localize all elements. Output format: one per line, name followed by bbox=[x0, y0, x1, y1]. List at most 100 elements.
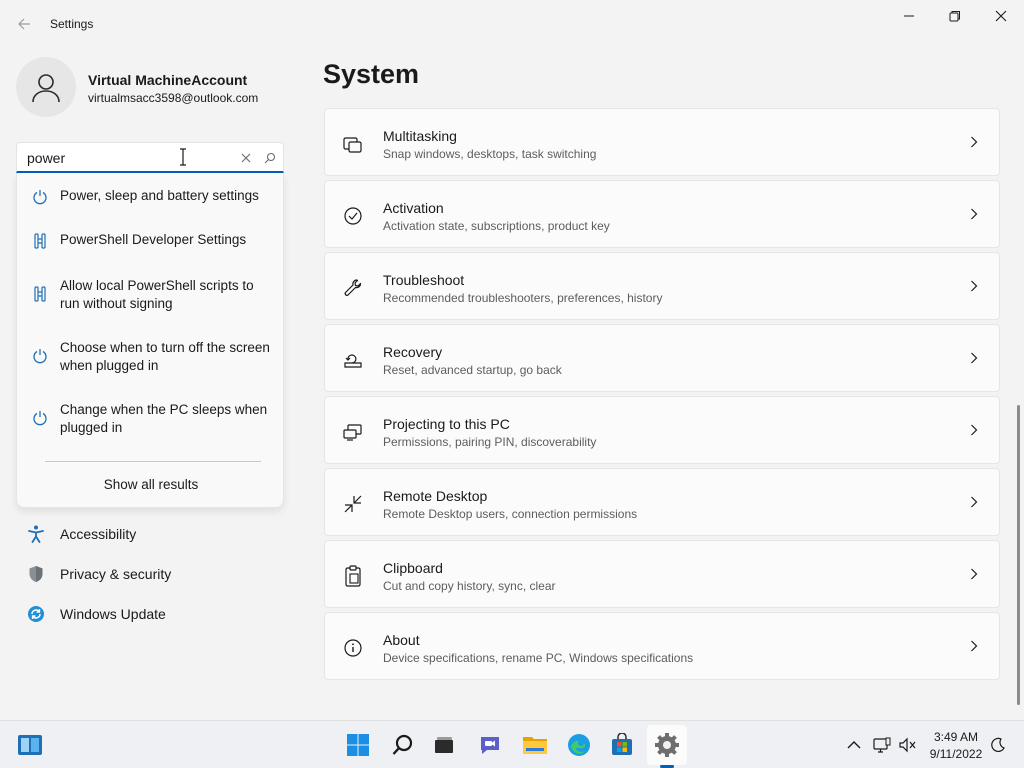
scrollbar[interactable] bbox=[1017, 405, 1020, 705]
nav-item-windows-update[interactable]: Windows Update bbox=[16, 597, 284, 631]
show-all-results-button[interactable]: Show all results bbox=[17, 477, 285, 492]
settings-card-activation[interactable]: Activation Activation state, subscriptio… bbox=[324, 180, 1000, 248]
account-name: Virtual MachineAccount bbox=[88, 72, 248, 88]
edge-button[interactable] bbox=[559, 725, 599, 765]
file-explorer-button[interactable] bbox=[515, 725, 555, 765]
clock-time[interactable]: 3:49 AM bbox=[928, 730, 984, 744]
card-title: Multitasking bbox=[383, 128, 457, 144]
chevron-right-icon bbox=[967, 639, 981, 653]
task-view-button[interactable] bbox=[424, 725, 464, 765]
settings-card-troubleshoot[interactable]: Troubleshoot Recommended troubleshooters… bbox=[324, 252, 1000, 320]
developer-tools-icon bbox=[31, 285, 49, 303]
minimize-button[interactable] bbox=[886, 0, 932, 32]
search-box[interactable] bbox=[16, 142, 284, 173]
card-subtitle: Permissions, pairing PIN, discoverabilit… bbox=[383, 435, 597, 449]
card-title: Activation bbox=[383, 200, 444, 216]
notifications-button[interactable] bbox=[988, 735, 1008, 755]
store-button[interactable] bbox=[602, 725, 642, 765]
windows-update-icon bbox=[26, 604, 46, 624]
taskbar: 3:49 AM 9/11/2022 bbox=[0, 720, 1024, 768]
avatar[interactable] bbox=[16, 57, 76, 117]
remote-desktop-icon bbox=[342, 493, 364, 515]
card-subtitle: Reset, advanced startup, go back bbox=[383, 363, 562, 377]
card-subtitle: Device specifications, rename PC, Window… bbox=[383, 651, 694, 665]
shield-icon bbox=[26, 564, 46, 584]
card-subtitle: Activation state, subscriptions, product… bbox=[383, 219, 610, 233]
projecting-icon bbox=[342, 421, 364, 443]
nav-item-accessibility[interactable]: Accessibility bbox=[16, 517, 284, 551]
nav-label: Privacy & security bbox=[60, 566, 172, 582]
start-button[interactable] bbox=[338, 725, 378, 765]
card-title: Remote Desktop bbox=[383, 488, 488, 504]
close-icon bbox=[241, 153, 251, 163]
app-title: Settings bbox=[50, 17, 94, 31]
network-icon bbox=[873, 737, 891, 753]
title-bar: Settings bbox=[0, 0, 1024, 48]
widgets-icon bbox=[18, 735, 42, 755]
settings-card-multitasking[interactable]: Multitasking Snap windows, desktops, tas… bbox=[324, 108, 1000, 176]
chat-button[interactable] bbox=[470, 725, 510, 765]
maximize-button[interactable] bbox=[932, 0, 978, 32]
divider bbox=[45, 461, 261, 462]
minimize-icon bbox=[904, 15, 914, 17]
settings-app-button[interactable] bbox=[647, 725, 687, 765]
info-icon bbox=[342, 637, 364, 659]
clock-date[interactable]: 9/11/2022 bbox=[928, 747, 984, 761]
suggestion-label: Change when the PC sleeps when plugged i… bbox=[60, 402, 268, 435]
chat-icon bbox=[481, 737, 499, 754]
chevron-right-icon bbox=[967, 135, 981, 149]
card-title: Recovery bbox=[383, 344, 443, 360]
card-title: About bbox=[383, 632, 420, 648]
settings-card-remote-desktop[interactable]: Remote Desktop Remote Desktop users, con… bbox=[324, 468, 1000, 536]
suggestion-item[interactable]: Choose when to turn off the screen when … bbox=[17, 338, 285, 378]
search-icon bbox=[392, 734, 413, 755]
suggestion-label: Power, sleep and battery settings bbox=[60, 188, 259, 203]
chevron-right-icon bbox=[967, 351, 981, 365]
suggestion-item[interactable]: Power, sleep and battery settings bbox=[17, 185, 285, 207]
store-icon bbox=[612, 733, 632, 755]
developer-tools-icon bbox=[31, 232, 49, 250]
task-view-icon bbox=[435, 737, 453, 753]
text-cursor-icon bbox=[180, 148, 186, 166]
nav-item-privacy-security[interactable]: Privacy & security bbox=[16, 557, 284, 591]
back-button[interactable] bbox=[10, 10, 38, 38]
nav-label: Accessibility bbox=[60, 526, 137, 542]
settings-icon bbox=[655, 733, 679, 757]
card-title: Projecting to this PC bbox=[383, 416, 510, 432]
wrench-icon bbox=[342, 277, 364, 299]
close-button[interactable] bbox=[978, 0, 1024, 32]
card-subtitle: Recommended troubleshooters, preferences… bbox=[383, 291, 663, 305]
settings-card-projecting[interactable]: Projecting to this PC Permissions, pairi… bbox=[324, 396, 1000, 464]
card-subtitle: Snap windows, desktops, task switching bbox=[383, 147, 597, 161]
moon-icon bbox=[991, 737, 1005, 752]
suggestion-item[interactable]: Change when the PC sleeps when plugged i… bbox=[17, 400, 285, 440]
start-icon bbox=[347, 734, 369, 756]
volume-button[interactable] bbox=[898, 735, 918, 755]
suggestion-item[interactable]: Allow local PowerShell scripts to run wi… bbox=[17, 276, 285, 316]
taskbar-search-button[interactable] bbox=[383, 725, 423, 765]
show-hidden-icons-button[interactable] bbox=[844, 735, 864, 755]
restore-icon bbox=[949, 11, 960, 22]
widgets-button[interactable] bbox=[10, 725, 50, 765]
power-icon bbox=[31, 409, 49, 427]
chevron-right-icon bbox=[967, 495, 981, 509]
chevron-right-icon bbox=[967, 567, 981, 581]
clipboard-icon bbox=[342, 565, 364, 587]
card-subtitle: Cut and copy history, sync, clear bbox=[383, 579, 556, 593]
clear-search-button[interactable] bbox=[237, 149, 255, 167]
back-arrow-icon bbox=[18, 18, 30, 30]
file-explorer-icon bbox=[523, 737, 547, 754]
settings-card-clipboard[interactable]: Clipboard Cut and copy history, sync, cl… bbox=[324, 540, 1000, 608]
suggestion-item[interactable]: PowerShell Developer Settings bbox=[17, 229, 285, 251]
recovery-icon bbox=[342, 349, 364, 371]
chevron-up-icon bbox=[847, 741, 861, 749]
network-button[interactable] bbox=[872, 735, 892, 755]
activation-check-icon bbox=[342, 205, 364, 227]
search-button[interactable] bbox=[261, 149, 279, 167]
chevron-right-icon bbox=[967, 279, 981, 293]
account-email: virtualmsacc3598@outlook.com bbox=[88, 91, 259, 105]
settings-card-about[interactable]: About Device specifications, rename PC, … bbox=[324, 612, 1000, 680]
settings-card-recovery[interactable]: Recovery Reset, advanced startup, go bac… bbox=[324, 324, 1000, 392]
edge-icon bbox=[568, 734, 590, 756]
page-title: System bbox=[323, 59, 420, 89]
